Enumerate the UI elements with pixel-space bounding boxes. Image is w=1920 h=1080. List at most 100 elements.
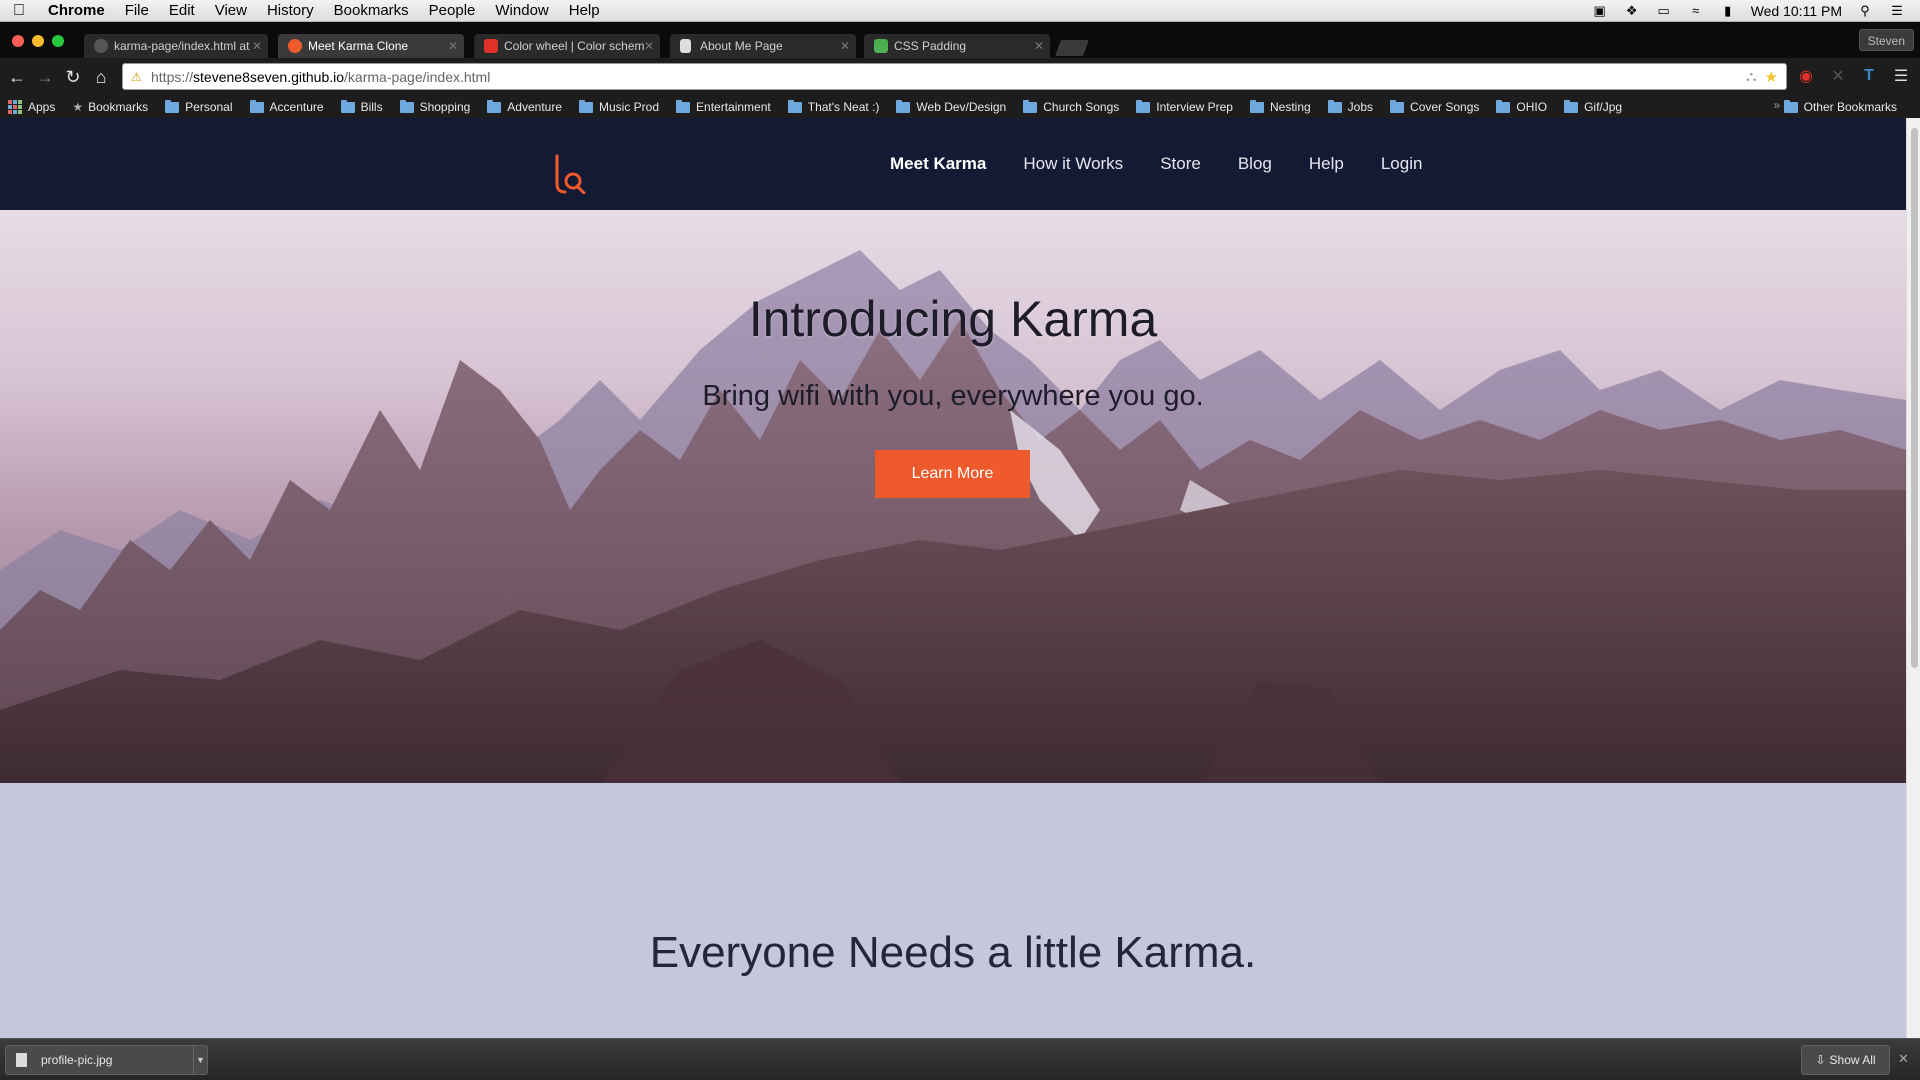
karma-logo-icon[interactable] — [553, 154, 587, 194]
close-download-shelf-icon[interactable]: ✕ — [1898, 1051, 1909, 1067]
close-tab-icon[interactable]: ✕ — [252, 34, 262, 58]
page-scrollbar[interactable] — [1906, 118, 1920, 1038]
chevron-down-icon[interactable]: ▼ — [193, 1046, 207, 1074]
menu-edit[interactable]: Edit — [159, 0, 205, 22]
folder-icon — [249, 99, 264, 113]
bookmark-label: Music Prod — [599, 100, 660, 114]
bookmark-folder[interactable]: Adventure — [487, 99, 562, 114]
bookmark-star-icon[interactable]: ★ — [1765, 68, 1778, 86]
close-tab-icon[interactable]: ✕ — [840, 34, 850, 58]
battery-icon[interactable]: ▮ — [1719, 3, 1737, 18]
close-window-icon[interactable] — [12, 35, 24, 47]
forward-arrow-icon[interactable]: → — [32, 64, 58, 90]
close-tab-icon[interactable]: ✕ — [644, 34, 654, 58]
nav-link-how-it-works[interactable]: How it Works — [1023, 154, 1123, 174]
extension-record-icon[interactable]: ◉ — [1795, 63, 1817, 89]
tab-color-wheel[interactable]: Color wheel | Color schem ✕ — [474, 34, 660, 58]
nav-link-meet-karma[interactable]: Meet Karma — [890, 154, 986, 174]
menu-history[interactable]: History — [257, 0, 324, 22]
reload-icon[interactable]: ↻ — [60, 64, 86, 90]
tab-css-padding[interactable]: CSS Padding ✕ — [864, 34, 1050, 58]
wifi-icon[interactable]: ≈ — [1687, 3, 1705, 18]
folder-icon — [1023, 99, 1038, 113]
bookmark-folder[interactable]: Entertainment — [676, 99, 771, 114]
chrome-menu-icon[interactable]: ☰ — [1890, 63, 1912, 89]
menubar-clock[interactable]: Wed 10:11 PM — [1751, 3, 1842, 19]
scrollbar-thumb[interactable] — [1911, 128, 1918, 668]
tab-meet-karma[interactable]: Meet Karma Clone ✕ — [278, 34, 464, 58]
menu-window[interactable]: Window — [485, 0, 558, 22]
apps-grid-icon — [8, 100, 22, 114]
bookmark-folder[interactable]: Web Dev/Design — [896, 99, 1006, 114]
airplay-icon[interactable]: ▭ — [1655, 3, 1673, 18]
menu-view[interactable]: View — [205, 0, 257, 22]
spotlight-search-icon[interactable]: ⚲ — [1856, 3, 1874, 18]
hero-title: Introducing Karma — [748, 291, 1158, 347]
learn-more-button[interactable]: Learn More — [875, 450, 1030, 498]
shield-icon[interactable]: ⛬ — [1746, 68, 1757, 86]
bookmark-folder[interactable]: Cover Songs — [1390, 99, 1479, 114]
extension-x-icon[interactable]: ✕ — [1827, 63, 1849, 89]
close-tab-icon[interactable]: ✕ — [448, 34, 458, 58]
bookmark-folder[interactable]: Jobs — [1327, 99, 1373, 114]
folder-icon — [1496, 99, 1511, 113]
bookmarks-overflow-chevron[interactable]: » — [1773, 98, 1780, 112]
show-all-downloads-button[interactable]: ⇩ Show All — [1801, 1045, 1890, 1075]
notification-center-icon[interactable]: ☰ — [1888, 3, 1906, 18]
nav-link-help[interactable]: Help — [1309, 154, 1344, 174]
tab-title: Meet Karma Clone — [308, 39, 409, 53]
bookmark-folder[interactable]: Interview Prep — [1136, 99, 1233, 114]
download-arrow-icon: ⇩ — [1815, 1053, 1826, 1067]
home-icon[interactable]: ⌂ — [88, 64, 114, 90]
zoom-window-icon[interactable] — [52, 35, 64, 47]
bookmark-folder[interactable]: Church Songs — [1023, 99, 1119, 114]
site-nav-links: Meet Karma How it Works Store Blog Help … — [890, 118, 1422, 210]
folder-icon — [787, 99, 802, 113]
extension-t-icon[interactable]: T — [1858, 63, 1880, 89]
download-file-name: profile-pic.jpg — [41, 1053, 113, 1067]
lock-icon[interactable]: ⚠ — [131, 70, 145, 84]
bookmark-apps[interactable]: Apps — [8, 100, 55, 114]
w3schools-icon — [874, 39, 888, 53]
folder-icon — [896, 99, 911, 113]
menu-file[interactable]: File — [115, 0, 159, 22]
bookmark-folder[interactable]: Personal — [165, 99, 233, 114]
bookmark-bookmarks[interactable]: ★ Bookmarks — [72, 100, 148, 114]
bookmark-label: Apps — [28, 100, 56, 114]
apple-menu-icon[interactable]:  — [0, 2, 38, 20]
close-tab-icon[interactable]: ✕ — [1034, 34, 1044, 58]
bookmark-folder[interactable]: Accenture — [249, 99, 324, 114]
menu-bookmarks[interactable]: Bookmarks — [324, 0, 419, 22]
tab-github[interactable]: karma-page/index.html at ✕ — [84, 34, 268, 58]
tab-about-me[interactable]: About Me Page ✕ — [670, 34, 856, 58]
download-shelf: profile-pic.jpg ▼ ⇩ Show All ✕ — [0, 1038, 1920, 1080]
bookmark-folder[interactable]: Gif/Jpg — [1564, 99, 1622, 114]
minimize-window-icon[interactable] — [32, 35, 44, 47]
url-scheme: https:// — [151, 68, 194, 85]
profile-button[interactable]: Steven — [1858, 29, 1914, 51]
download-item[interactable]: profile-pic.jpg ▼ — [5, 1045, 208, 1075]
dropbox-icon[interactable]: ❖ — [1623, 3, 1641, 18]
bookmark-folder[interactable]: OHIO — [1496, 99, 1547, 114]
address-bar[interactable]: ⚠ https:// stevene8seven.github.io /karm… — [122, 63, 1787, 90]
nav-link-store[interactable]: Store — [1160, 154, 1201, 174]
new-tab-button[interactable] — [1055, 40, 1089, 56]
bookmark-other-bookmarks[interactable]: Other Bookmarks — [1783, 96, 1897, 118]
tab-title: karma-page/index.html at — [114, 39, 250, 53]
bookmark-folder[interactable]: That's Neat :) — [787, 99, 879, 114]
nav-link-blog[interactable]: Blog — [1238, 154, 1272, 174]
menu-people[interactable]: People — [419, 0, 486, 22]
bookmark-folder[interactable]: Music Prod — [579, 99, 660, 114]
bookmark-folder[interactable]: Nesting — [1249, 99, 1311, 114]
nav-link-login[interactable]: Login — [1381, 154, 1423, 174]
menu-help[interactable]: Help — [559, 0, 610, 22]
cast-icon[interactable]: ▣ — [1591, 3, 1609, 18]
bookmark-folder[interactable]: Shopping — [399, 99, 470, 114]
bookmark-folder[interactable]: Bills — [340, 99, 383, 114]
folder-icon — [165, 99, 180, 113]
star-icon: ★ — [72, 100, 84, 114]
folder-icon — [1136, 99, 1151, 113]
browser-toolbar: ← → ↻ ⌂ ⚠ https:// stevene8seven.github.… — [0, 58, 1920, 96]
back-arrow-icon[interactable]: ← — [4, 64, 30, 90]
menu-app-name[interactable]: Chrome — [38, 0, 115, 22]
